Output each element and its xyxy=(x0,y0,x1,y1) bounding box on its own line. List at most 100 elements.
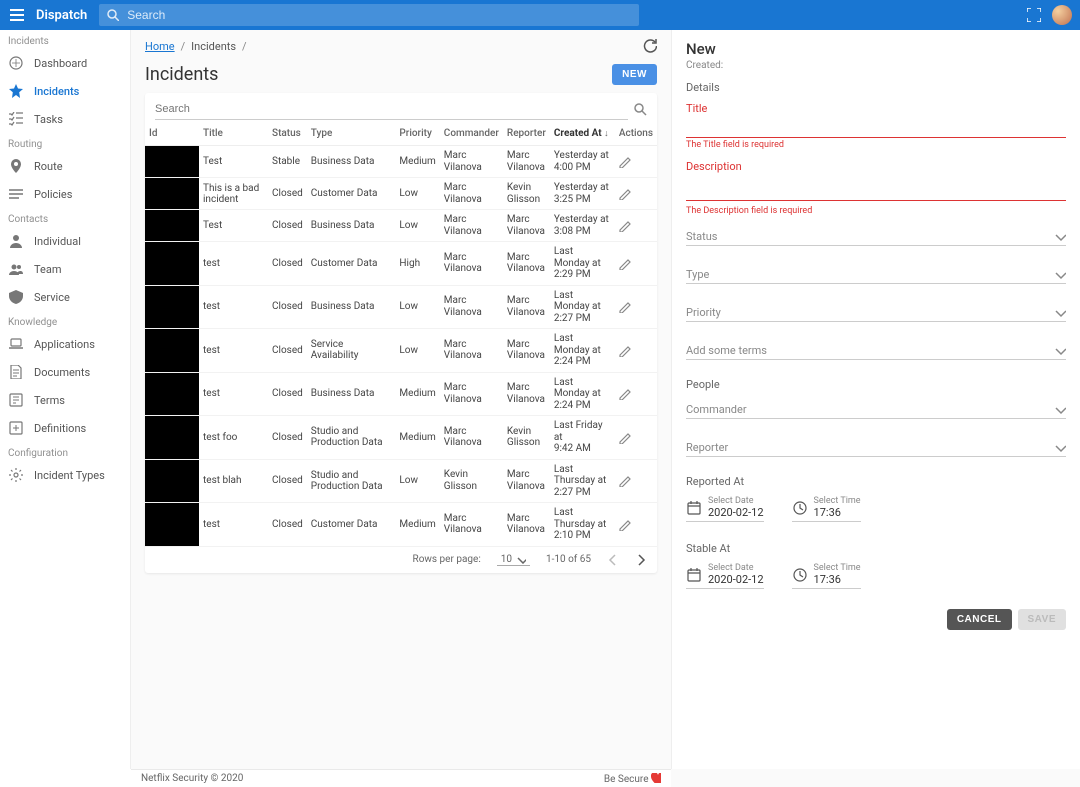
cell-status: Closed xyxy=(268,178,307,210)
drawer-heading: New xyxy=(686,40,1066,58)
avatar[interactable] xyxy=(1052,5,1072,25)
global-search-input[interactable] xyxy=(125,7,631,23)
stable-time-field[interactable]: Select Time 17:36 xyxy=(792,563,861,589)
laptop-icon xyxy=(8,336,24,352)
edit-icon[interactable] xyxy=(619,219,653,232)
reported-date-field[interactable]: Select Date 2020-02-12 xyxy=(686,496,764,522)
column-header[interactable]: Id xyxy=(145,122,199,146)
refresh-icon[interactable] xyxy=(643,39,657,53)
sidebar-item-route[interactable]: Route xyxy=(0,152,130,180)
cell-actions xyxy=(615,416,657,460)
cell-status: Closed xyxy=(268,459,307,503)
sidebar-item-service[interactable]: Service xyxy=(0,283,130,311)
search-icon xyxy=(107,9,119,21)
edit-icon[interactable] xyxy=(619,387,653,400)
sidebar-item-incidents[interactable]: Incidents xyxy=(0,77,130,105)
cell-priority: Medium xyxy=(395,372,439,416)
new-button[interactable]: NEW xyxy=(612,64,657,85)
search-icon[interactable] xyxy=(634,103,647,116)
cell-title: Test xyxy=(199,210,268,242)
reported-time-field[interactable]: Select Time 17:36 xyxy=(792,496,861,522)
sidebar-section-heading: Contacts xyxy=(0,208,130,227)
rows-per-page-select[interactable]: 10 xyxy=(497,554,530,566)
chevron-down-icon xyxy=(1054,307,1066,319)
edit-icon[interactable] xyxy=(619,518,653,531)
prev-page-icon[interactable] xyxy=(607,553,619,567)
cell-type: Customer Data xyxy=(307,242,396,286)
cell-created: Last Friday at9:42 AM xyxy=(550,416,615,460)
sidebar-item-applications[interactable]: Applications xyxy=(0,330,130,358)
cancel-button[interactable]: CANCEL xyxy=(947,609,1012,630)
calendar-icon xyxy=(686,567,702,583)
dashboard-icon xyxy=(8,55,24,71)
column-header[interactable]: Created At ↓ xyxy=(550,122,615,146)
global-search[interactable] xyxy=(99,4,639,26)
table-search-input[interactable] xyxy=(155,99,628,120)
priority-select[interactable]: Priority xyxy=(686,302,1066,322)
fullscreen-icon[interactable] xyxy=(1024,5,1044,25)
people-heading: People xyxy=(686,378,1066,391)
sidebar-item-documents[interactable]: Documents xyxy=(0,358,130,386)
breadcrumb: Home / Incidents / xyxy=(145,36,657,56)
edit-icon[interactable] xyxy=(619,474,653,487)
sidebar-item-dashboard[interactable]: Dashboard xyxy=(0,49,130,77)
sidebar-item-terms[interactable]: Terms xyxy=(0,386,130,414)
sidebar-item-label: Tasks xyxy=(34,113,63,126)
cell-reporter: KevinGlisson xyxy=(503,416,550,460)
cell-reporter: MarcVilanova xyxy=(503,242,550,286)
cell-title: test xyxy=(199,242,268,286)
cell-id xyxy=(145,329,199,373)
commander-select[interactable]: Commander xyxy=(686,399,1066,419)
terms-select[interactable]: Add some terms xyxy=(686,340,1066,360)
type-select[interactable]: Type xyxy=(686,264,1066,284)
tasks-icon xyxy=(8,111,24,127)
clock-icon xyxy=(792,567,808,583)
sidebar-item-tasks[interactable]: Tasks xyxy=(0,105,130,133)
column-header[interactable]: Status xyxy=(268,122,307,146)
breadcrumb-home[interactable]: Home xyxy=(145,40,175,53)
edit-icon[interactable] xyxy=(619,344,653,357)
save-button[interactable]: SAVE xyxy=(1018,609,1067,630)
cell-commander: MarcVilanova xyxy=(440,178,503,210)
cell-priority: Low xyxy=(395,285,439,329)
description-field[interactable] xyxy=(686,175,1066,201)
cell-created: Last Monday at2:24 PM xyxy=(550,329,615,373)
column-header[interactable]: Actions xyxy=(615,122,657,146)
rows-per-page-label: Rows per page: xyxy=(413,554,481,565)
edit-icon[interactable] xyxy=(619,257,653,270)
sidebar-item-label: Incident Types xyxy=(34,469,105,482)
cell-commander: MarcVilanova xyxy=(440,242,503,286)
edit-icon[interactable] xyxy=(619,187,653,200)
stable-at-heading: Stable At xyxy=(686,542,1066,555)
status-select[interactable]: Status xyxy=(686,226,1066,246)
cell-reporter: MarcVilanova xyxy=(503,459,550,503)
calendar-icon xyxy=(686,500,702,516)
column-header[interactable]: Type xyxy=(307,122,396,146)
table-row: test blah Closed Studio and Production D… xyxy=(145,459,657,503)
person-icon xyxy=(8,233,24,249)
next-page-icon[interactable] xyxy=(635,553,647,567)
cell-created: Yesterday at3:25 PM xyxy=(550,178,615,210)
edit-icon[interactable] xyxy=(619,155,653,168)
edit-icon[interactable] xyxy=(619,431,653,444)
sidebar-item-definitions[interactable]: Definitions xyxy=(0,414,130,442)
column-header[interactable]: Reporter xyxy=(503,122,550,146)
sidebar-item-policies[interactable]: Policies xyxy=(0,180,130,208)
reporter-select[interactable]: Reporter xyxy=(686,437,1066,457)
column-header[interactable]: Priority xyxy=(395,122,439,146)
sidebar-section-heading: Knowledge xyxy=(0,311,130,330)
title-field[interactable] xyxy=(686,117,1066,138)
terms-icon xyxy=(8,392,24,408)
sidebar-item-team[interactable]: Team xyxy=(0,255,130,283)
clock-icon xyxy=(792,500,808,516)
menu-icon[interactable] xyxy=(8,6,26,24)
column-header[interactable]: Title xyxy=(199,122,268,146)
stable-date-field[interactable]: Select Date 2020-02-12 xyxy=(686,563,764,589)
main-content: Home / Incidents / Incidents NEW IdTitle… xyxy=(131,30,671,769)
sidebar-item-individual[interactable]: Individual xyxy=(0,227,130,255)
cell-type: Business Data xyxy=(307,285,396,329)
column-header[interactable]: Commander xyxy=(440,122,503,146)
sidebar-item-incident-types[interactable]: Incident Types xyxy=(0,461,130,489)
edit-icon[interactable] xyxy=(619,300,653,313)
policies-icon xyxy=(8,186,24,202)
